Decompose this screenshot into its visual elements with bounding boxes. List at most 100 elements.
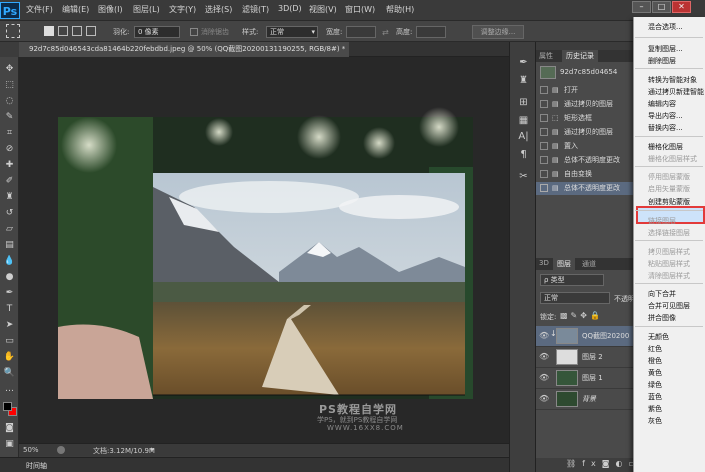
context-menu-item: 选择链接图层: [648, 229, 690, 237]
clone-stamp-icon[interactable]: ♜: [2, 191, 17, 204]
context-menu-item[interactable]: 通过拷贝新建智能: [648, 87, 704, 98]
tab-layers[interactable]: 图层: [553, 258, 575, 270]
menu-3d[interactable]: 3D(D): [278, 4, 302, 13]
menu-filter[interactable]: 滤镜(T): [242, 4, 269, 15]
dodge-tool-icon[interactable]: ●: [2, 271, 17, 284]
menu-type[interactable]: 文字(Y): [169, 4, 196, 15]
brush-preset-icon[interactable]: ✒: [515, 56, 532, 70]
menu-image[interactable]: 图像(I): [98, 4, 123, 15]
quick-select-icon[interactable]: ✎: [2, 111, 17, 124]
new-selection-icon[interactable]: [44, 26, 54, 36]
context-menu-item[interactable]: 紫色: [648, 404, 662, 415]
paragraph-icon[interactable]: ¶: [515, 148, 532, 162]
eye-icon[interactable]: 👁: [539, 373, 549, 383]
tab-3d[interactable]: 3D: [539, 259, 549, 267]
context-menu-item[interactable]: 灰色: [648, 416, 662, 427]
path-select-icon[interactable]: ➤: [2, 319, 17, 332]
context-menu-item[interactable]: 黄色: [648, 368, 662, 379]
character-icon[interactable]: A|: [515, 130, 532, 144]
eye-icon[interactable]: 👁: [539, 352, 549, 362]
maximize-button[interactable]: □: [652, 1, 671, 13]
tab-history[interactable]: 历史记录: [562, 50, 598, 62]
zoom-tool-icon[interactable]: 🔍: [2, 367, 17, 380]
hand-tool-icon[interactable]: ✋: [2, 351, 17, 364]
shape-tool-icon[interactable]: ▭: [2, 335, 17, 348]
context-menu-item[interactable]: 编辑内容: [648, 99, 676, 110]
eye-icon[interactable]: 👁: [539, 394, 549, 404]
canvas-area[interactable]: PS教程自学网 学PS，就到PS教程自学网 WWW.16XX8.COM: [19, 57, 509, 443]
blur-tool-icon[interactable]: 💧: [2, 255, 17, 268]
style-select[interactable]: 正常 ▾: [266, 26, 318, 38]
lock-icons[interactable]: ▩✎✥🔒: [560, 311, 603, 320]
add-selection-icon[interactable]: [58, 26, 68, 36]
menu-file[interactable]: 文件(F): [26, 4, 53, 15]
info-icon[interactable]: [57, 446, 65, 454]
clone-source-icon[interactable]: ♜: [515, 74, 532, 88]
menu-separator: [635, 210, 703, 211]
marquee-tool-icon[interactable]: [6, 24, 20, 38]
eyedropper-icon[interactable]: ⊘: [2, 143, 17, 156]
context-menu-item[interactable]: 拼合图像: [648, 313, 676, 324]
type-tool-icon[interactable]: T: [2, 303, 17, 316]
context-menu-item[interactable]: 橙色: [648, 356, 662, 367]
lasso-tool-icon[interactable]: ◌: [2, 95, 17, 108]
context-menu-item[interactable]: 复制图层...: [648, 44, 683, 55]
refine-edge-button[interactable]: 调整边缘...: [472, 25, 524, 39]
history-brush-icon[interactable]: ↺: [2, 207, 17, 220]
close-button[interactable]: ✕: [672, 1, 691, 13]
swap-icon[interactable]: ⇄: [382, 28, 389, 37]
context-menu-item[interactable]: 创建剪贴蒙版: [648, 197, 690, 208]
quick-mask-icon[interactable]: ◙: [2, 422, 17, 435]
eraser-icon[interactable]: ▱: [2, 223, 17, 236]
menu-window[interactable]: 窗口(W): [345, 4, 375, 15]
blend-mode-select[interactable]: 正常: [540, 292, 610, 304]
feather-input[interactable]: 0 像素: [134, 26, 180, 38]
menu-select[interactable]: 选择(S): [205, 4, 232, 15]
brush-tool-icon[interactable]: ✐: [2, 175, 17, 188]
more-tools-icon[interactable]: …: [2, 383, 17, 396]
width-input[interactable]: [346, 26, 376, 38]
context-menu-item[interactable]: 混合选项...: [648, 22, 683, 33]
history-icon[interactable]: ▦: [515, 114, 532, 128]
context-menu-item[interactable]: 栅格化图层: [648, 142, 683, 153]
screen-mode-icon[interactable]: ▣: [2, 438, 17, 451]
adjustments-icon[interactable]: ⊞: [515, 96, 532, 110]
menu-layer[interactable]: 图层(L): [133, 4, 160, 15]
document-tab[interactable]: 92d7c85d046543cda81464b220febdbd.jpeg @ …: [19, 42, 349, 57]
document-canvas[interactable]: [19, 57, 509, 443]
context-menu-item[interactable]: 无颜色: [648, 332, 669, 343]
menu-edit[interactable]: 编辑(E): [62, 4, 89, 15]
gradient-tool-icon[interactable]: ▤: [2, 239, 17, 252]
tab-properties[interactable]: 属性: [539, 51, 553, 61]
intersect-selection-icon[interactable]: [86, 26, 96, 36]
menu-help[interactable]: 帮助(H): [386, 4, 414, 15]
marquee-tool-icon[interactable]: ⬚: [2, 79, 17, 92]
context-menu-item[interactable]: 红色: [648, 344, 662, 355]
subtract-selection-icon[interactable]: [72, 26, 82, 36]
menu-view[interactable]: 视图(V): [309, 4, 337, 15]
context-menu-item[interactable]: 蓝色: [648, 392, 662, 403]
context-menu-item[interactable]: 替换内容...: [648, 123, 683, 134]
timeline-tab[interactable]: 时间轴: [26, 461, 47, 471]
zoom-level[interactable]: 50%: [23, 446, 39, 454]
context-menu-item[interactable]: 转换为智能对象: [648, 75, 697, 86]
context-menu-item[interactable]: 删除图层: [648, 56, 676, 67]
height-input[interactable]: [416, 26, 446, 38]
context-menu-item[interactable]: 绿色: [648, 380, 662, 391]
foreground-color-swatch[interactable]: [3, 402, 12, 411]
crop-tool-icon[interactable]: ⌗: [2, 127, 17, 140]
minimize-button[interactable]: –: [632, 1, 651, 13]
history-checkbox: [540, 170, 548, 178]
pen-tool-icon[interactable]: ✒: [2, 287, 17, 300]
move-tool-icon[interactable]: ✥: [2, 63, 17, 76]
healing-brush-icon[interactable]: ✚: [2, 159, 17, 172]
layer-filter-select[interactable]: ρ 类型: [540, 274, 604, 286]
tab-channels[interactable]: 通道: [582, 259, 596, 269]
context-menu-item[interactable]: 导出内容...: [648, 111, 683, 122]
chevron-right-icon[interactable]: ▸: [151, 445, 155, 453]
context-menu-item[interactable]: 向下合并: [648, 289, 676, 300]
antialias-checkbox[interactable]: [190, 28, 198, 36]
eye-icon[interactable]: 👁: [539, 331, 549, 341]
context-menu-item[interactable]: 合并可见图层: [648, 301, 690, 312]
tool-preset-icon[interactable]: ✂: [515, 170, 532, 184]
